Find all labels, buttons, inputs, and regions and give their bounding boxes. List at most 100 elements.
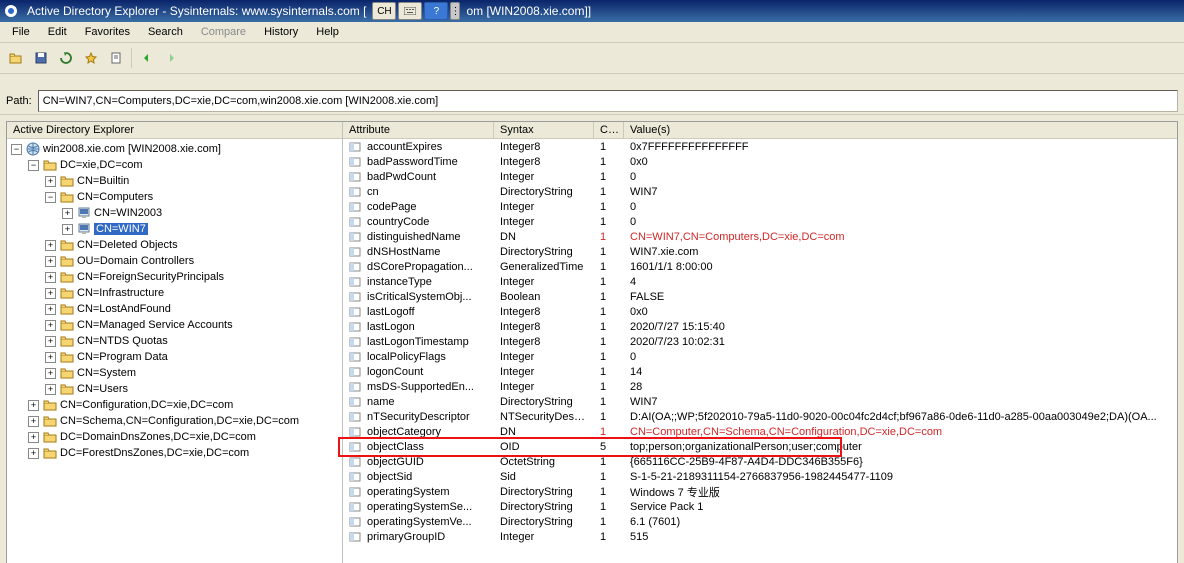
tree-node[interactable]: − CN=Computers [7,189,342,205]
forward-button[interactable] [160,46,184,70]
ime-keyboard-icon[interactable] [398,2,422,20]
table-row[interactable]: countryCodeInteger10 [343,214,1177,229]
expand-icon[interactable]: + [28,400,39,411]
table-row[interactable]: nTSecurityDescriptorNTSecurityDescri...1… [343,409,1177,424]
expand-icon[interactable]: + [45,256,56,267]
tree-node[interactable]: +CN=ForeignSecurityPrincipals [7,269,342,285]
expand-icon[interactable]: + [45,304,56,315]
table-row[interactable]: objectGUIDOctetString1{665116CC-25B9-4F8… [343,454,1177,469]
table-row[interactable]: lastLogonInteger812020/7/27 15:15:40 [343,319,1177,334]
collapse-icon[interactable]: − [45,192,56,203]
tree-node[interactable]: +DC=ForestDnsZones,DC=xie,DC=com [7,445,342,461]
favorite-button[interactable] [79,46,103,70]
attribute-icon [349,516,361,528]
tree-node[interactable]: −win2008.xie.com [WIN2008.xie.com] [7,141,342,157]
menu-search[interactable]: Search [140,24,191,40]
expand-icon[interactable]: + [62,208,73,219]
grid-header: Attribute Syntax C... Value(s) [343,122,1177,139]
tree-node[interactable]: +DC=DomainDnsZones,DC=xie,DC=com [7,429,342,445]
table-row[interactable]: operatingSystemSe...DirectoryString1Serv… [343,499,1177,514]
col-attribute[interactable]: Attribute [343,122,494,138]
menu-help[interactable]: Help [308,24,347,40]
ime-help-icon[interactable]: ? [424,2,448,20]
tree-node[interactable]: +CN=Deleted Objects [7,237,342,253]
tree-node[interactable]: +CN=Users [7,381,342,397]
table-row[interactable]: operatingSystemDirectoryString1Windows 7… [343,484,1177,499]
menu-history[interactable]: History [256,24,306,40]
tree-node[interactable]: +OU=Domain Controllers [7,253,342,269]
collapse-icon[interactable]: − [28,160,39,171]
cell-attribute: dSCorePropagation... [343,261,494,273]
tree-node[interactable]: +CN=Infrastructure [7,285,342,301]
table-row[interactable]: lastLogoffInteger810x0 [343,304,1177,319]
table-row[interactable]: msDS-SupportedEn...Integer128 [343,379,1177,394]
table-row[interactable]: accountExpiresInteger810x7FFFFFFFFFFFFFF… [343,139,1177,154]
tree-node[interactable]: −DC=xie,DC=com [7,157,342,173]
expand-icon[interactable]: + [45,288,56,299]
table-row[interactable]: primaryGroupIDInteger1515 [343,529,1177,544]
properties-button[interactable] [104,46,128,70]
expand-icon[interactable]: + [45,320,56,331]
cell-value: top;person;organizationalPerson;user;com… [624,441,1164,453]
ime-ch-button[interactable]: CH [372,2,396,20]
col-values[interactable]: Value(s) [624,122,1164,138]
collapse-icon[interactable]: − [11,144,22,155]
back-button[interactable] [135,46,159,70]
save-button[interactable] [29,46,53,70]
table-row[interactable]: nameDirectoryString1WIN7 [343,394,1177,409]
cell-value: 2020/7/23 10:02:31 [624,336,1164,348]
expand-icon[interactable]: + [45,176,56,187]
table-row[interactable]: badPasswordTimeInteger810x0 [343,154,1177,169]
col-syntax[interactable]: Syntax [494,122,594,138]
tree-node[interactable]: +CN=Program Data [7,349,342,365]
ime-grip-icon[interactable]: ⋮ [450,2,460,20]
cell-syntax: DirectoryString [494,501,594,513]
col-count[interactable]: C... [594,122,624,138]
table-row[interactable]: objectClassOID5top;person;organizational… [343,439,1177,454]
table-row[interactable]: cnDirectoryString1WIN7 [343,184,1177,199]
folder-icon [60,238,74,252]
expand-icon[interactable]: + [45,272,56,283]
table-row[interactable]: dNSHostNameDirectoryString1WIN7.xie.com [343,244,1177,259]
refresh-button[interactable] [54,46,78,70]
table-row[interactable]: objectSidSid1S-1-5-21-2189311154-2766837… [343,469,1177,484]
tree-node[interactable]: +CN=LostAndFound [7,301,342,317]
table-row[interactable]: dSCorePropagation...GeneralizedTime11601… [343,259,1177,274]
expand-icon[interactable]: + [45,240,56,251]
table-row[interactable]: localPolicyFlagsInteger10 [343,349,1177,364]
expand-icon[interactable]: + [45,336,56,347]
menu-file[interactable]: File [4,24,38,40]
table-row[interactable]: instanceTypeInteger14 [343,274,1177,289]
cell-value: S-1-5-21-2189311154-2766837956-198244547… [624,471,1164,483]
table-row[interactable]: distinguishedNameDN1CN=WIN7,CN=Computers… [343,229,1177,244]
expand-icon[interactable]: + [28,432,39,443]
tree-node[interactable]: +CN=Configuration,DC=xie,DC=com [7,397,342,413]
tree-body[interactable]: −win2008.xie.com [WIN2008.xie.com]−DC=xi… [7,139,342,463]
grid-body[interactable]: accountExpiresInteger810x7FFFFFFFFFFFFFF… [343,139,1177,563]
tree-node[interactable]: +CN=Builtin [7,173,342,189]
table-row[interactable]: lastLogonTimestampInteger812020/7/23 10:… [343,334,1177,349]
tree-node[interactable]: +CN=Managed Service Accounts [7,317,342,333]
expand-icon[interactable]: + [45,384,56,395]
open-button[interactable] [4,46,28,70]
expand-icon[interactable]: + [28,416,39,427]
tree-node[interactable]: +CN=System [7,365,342,381]
expand-icon[interactable]: + [45,368,56,379]
tree-node[interactable]: +CN=WIN7 [7,221,342,237]
menu-favorites[interactable]: Favorites [77,24,138,40]
path-input[interactable] [38,90,1178,112]
table-row[interactable]: logonCountInteger114 [343,364,1177,379]
table-row[interactable]: objectCategoryDN1CN=Computer,CN=Schema,C… [343,424,1177,439]
expand-icon[interactable]: + [62,224,73,235]
tree-node[interactable]: +CN=WIN2003 [7,205,342,221]
table-row[interactable]: codePageInteger10 [343,199,1177,214]
expand-icon[interactable]: + [45,352,56,363]
tree-node[interactable]: +CN=Schema,CN=Configuration,DC=xie,DC=co… [7,413,342,429]
expand-icon[interactable]: + [28,448,39,459]
menu-edit[interactable]: Edit [40,24,75,40]
tree-node[interactable]: +CN=NTDS Quotas [7,333,342,349]
table-row[interactable]: isCriticalSystemObj...Boolean1FALSE [343,289,1177,304]
table-row[interactable]: operatingSystemVe...DirectoryString16.1 … [343,514,1177,529]
table-row[interactable]: badPwdCountInteger10 [343,169,1177,184]
tree-node-label: CN=Computers [77,191,153,203]
